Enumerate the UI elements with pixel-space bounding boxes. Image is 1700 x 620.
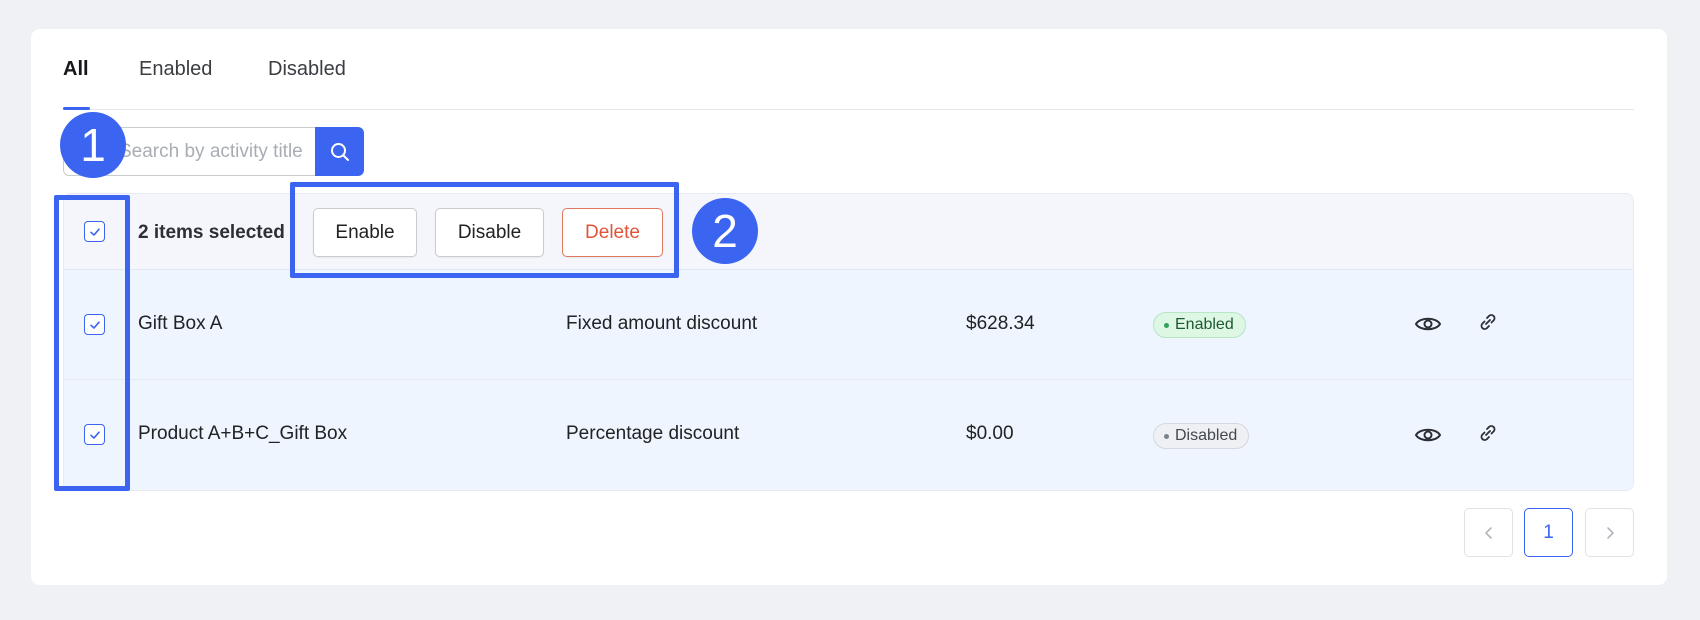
status-label: Disabled [1175, 427, 1238, 444]
view-icon[interactable] [1413, 309, 1443, 339]
tab-all[interactable]: All [63, 58, 89, 81]
discount-type: Fixed amount discount [566, 313, 758, 334]
selected-count: 2 items selected [138, 222, 285, 243]
chevron-left-icon [1482, 525, 1496, 541]
status-tabs: All Enabled Disabled [63, 52, 1634, 110]
active-tab-indicator [63, 107, 90, 110]
search-icon [328, 140, 352, 164]
link-icon[interactable] [1473, 307, 1503, 337]
table-row[interactable]: Product A+B+C_Gift Box Percentage discou… [64, 380, 1633, 490]
search-button[interactable] [315, 127, 364, 176]
discount-type: Percentage discount [566, 423, 740, 444]
status-badge: Enabled [1153, 312, 1246, 338]
next-page-button[interactable] [1585, 508, 1634, 557]
previous-page-button[interactable] [1464, 508, 1513, 557]
status-dot [1164, 322, 1169, 328]
discount-amount: $628.34 [966, 313, 1035, 334]
highlight-bulk-actions [290, 182, 679, 278]
link-icon[interactable] [1473, 418, 1503, 448]
view-icon[interactable] [1413, 420, 1443, 450]
highlight-checkbox-column [54, 195, 130, 491]
tab-enabled[interactable]: Enabled [139, 58, 212, 81]
table-row[interactable]: Gift Box A Fixed amount discount $628.34… [64, 270, 1633, 380]
status-badge: Disabled [1153, 423, 1250, 449]
status-label: Enabled [1175, 316, 1234, 333]
activity-title: Product A+B+C_Gift Box [138, 423, 348, 444]
step-marker-2: 2 [692, 198, 758, 264]
status-dot [1164, 433, 1169, 439]
page-button-current[interactable]: 1 [1524, 508, 1573, 557]
activity-title: Gift Box A [138, 313, 223, 334]
chevron-right-icon [1603, 525, 1617, 541]
tab-disabled[interactable]: Disabled [268, 58, 346, 81]
discount-amount: $0.00 [966, 423, 1014, 444]
step-marker-1: 1 [60, 112, 126, 178]
